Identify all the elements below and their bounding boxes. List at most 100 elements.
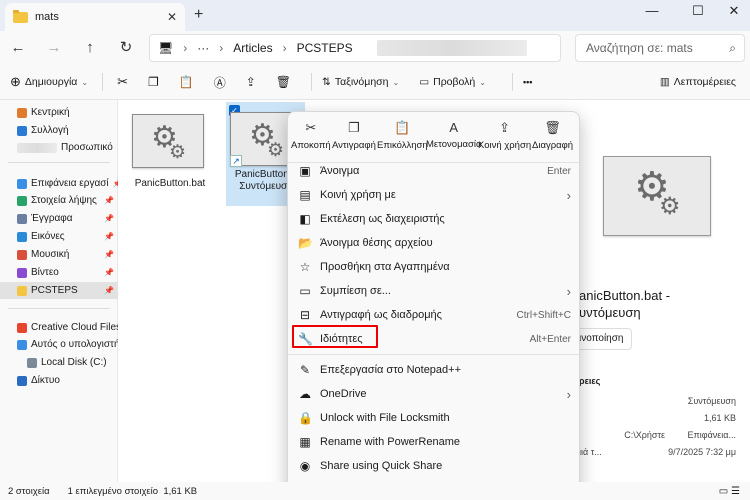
file-item-bat[interactable]: ⚙ ⚙ PanicButton.bat [130,112,220,192]
details-section-title: ρειες [579,376,601,386]
sidebar-item-label: Creative Cloud Files F [31,322,118,333]
sidebar-item-9[interactable]: PCSTEPS 📌 [0,282,118,299]
quick-action-label: Αντιγραφή [332,140,376,151]
menu-item-powerrename[interactable]: ▦ Rename with PowerRename [288,430,579,454]
date-value: 9/7/2025 7:32 μμ [668,447,736,457]
quick-action-label: Αποκοπή [291,140,331,151]
status-bar: 2 στοιχεία 1 επιλεγμένο στοιχείο 1,61 KB… [0,482,750,500]
search-icon: ⌕ [729,40,736,55]
sidebar-item-13[interactable]: Δίκτυο [0,372,118,389]
tab-close-icon[interactable]: ✕ [167,10,177,24]
sidebar-item-0[interactable]: Κεντρική [0,104,118,121]
sort-button[interactable]: ⇅ Ταξινόμηση ⌄ [322,76,399,88]
selection-info: 1 επιλεγμένο στοιχείο 1,61 KB [67,485,198,497]
menu-item-open[interactable]: ▣ Άνοιγμα Enter [288,159,579,183]
network-icon [17,375,27,386]
breadcrumb-pcsteps[interactable]: PCSTEPS [297,41,353,55]
paste-icon: 📋 [394,120,411,135]
copy-path-icon: ⊟ [299,308,311,322]
shortcut-arrow-icon: ↗ [230,155,242,167]
chevron-down-icon: ⌄ [392,77,400,87]
menu-item-onedrive[interactable]: ☁ OneDrive › [288,382,579,406]
breadcrumb-articles[interactable]: Articles [233,41,272,55]
quick-action-label: Κοινή χρήση [478,140,532,151]
back-button[interactable]: ← [7,37,29,59]
new-label: Δημιουργία [24,76,78,88]
rename-icon[interactable]: Ⓐ [214,74,226,91]
share-icon[interactable]: ⇪ [246,75,256,89]
sidebar-item-10[interactable]: Creative Cloud Files F [0,319,118,336]
sidebar-item-2[interactable]: Προσωπικό [0,139,118,156]
menu-item-admin[interactable]: ◧ Εκτέλεση ως διαχειριστής [288,207,579,231]
forward-button[interactable]: → [43,37,65,59]
share-icon: ⇪ [499,120,510,135]
sidebar-item-7[interactable]: Μουσική 📌 [0,246,118,263]
new-tab-button[interactable]: + [194,6,203,24]
minimize-button[interactable]: — [640,3,664,23]
divider [311,73,312,91]
menu-item-copy-path[interactable]: ⊟ Αντιγραφή ως διαδρομής Ctrl+Shift+C [288,303,579,327]
sidebar-item-3[interactable]: Επιφάνεια εργασί 📌 [0,175,118,192]
chevron-right-icon: › [183,41,188,55]
sidebar-item-5[interactable]: Έγγραφα 📌 [0,210,118,227]
delete-icon[interactable]: 🗑 [276,75,291,89]
menu-item-star[interactable]: ☆ Προσθήκη στα Αγαπημένα [288,255,579,279]
close-button[interactable]: ✕ [722,3,746,23]
address-bar[interactable]: 🖥 › ··· › Articles › PCSTEPS [149,34,561,62]
sidebar-item-4[interactable]: Στοιχεία λήψης 📌 [0,192,118,209]
sidebar-item-label: Βίντεο [31,267,59,278]
menu-item-label: Άνοιγμα θέσης αρχείου [320,237,433,249]
sidebar-divider [8,308,110,309]
menu-item-label: Rename with PowerRename [320,436,461,448]
quick-share-icon: ◉ [299,459,311,473]
sidebar-item-8[interactable]: Βίντεο 📌 [0,264,118,281]
share-with-icon: ▤ [299,188,311,202]
tab-mats[interactable]: mats ✕ [5,3,185,31]
sidebar-item-label: Προσωπικό [61,142,113,153]
breadcrumb-more[interactable]: ··· [197,41,209,55]
paste-icon[interactable]: 📋 [179,75,194,89]
menu-item-share-with[interactable]: ▤ Κοινή χρήση με › [288,183,579,207]
up-button[interactable]: ↑ [79,37,101,59]
view-button[interactable]: ▭ Προβολή ⌄ [419,76,486,88]
tab-title: mats [35,11,59,23]
preview-thumbnail: ⚙ ⚙ [603,156,711,236]
folder-icon [17,285,27,296]
new-button[interactable]: ⊕ Δημιουργία ⌄ [10,74,88,90]
details-button[interactable]: ▥ Λεπτομέρειες [660,76,736,88]
refresh-button[interactable]: ↻ [115,37,137,59]
menu-item-quick-share[interactable]: ◉ Share using Quick Share [288,454,579,478]
file-thumbnail: ⚙ ⚙ [132,114,204,168]
quick-action-rename[interactable]: A Μετονομασία [426,120,482,150]
menu-item-folder-open[interactable]: 📂 Άνοιγμα θέσης αρχείου [288,231,579,255]
open-icon: ▣ [299,164,311,178]
sidebar-item-11[interactable]: Αυτός ο υπολογιστή [0,336,118,353]
path-value: C:\Χρήστε Επιφάνεια... [624,430,736,440]
video-icon [17,267,27,278]
chevron-down-icon: ⌄ [479,77,486,87]
quick-action-share[interactable]: ⇪ Κοινή χρήση [478,120,531,151]
quick-action-copy[interactable]: ❐ Αντιγραφή [332,120,376,151]
sidebar-item-label: Δίκτυο [31,375,60,386]
sidebar-item-label: Αυτός ο υπολογιστή [31,339,118,350]
quick-action-cut[interactable]: ✂ Αποκοπή [291,120,331,151]
menu-item-notepadpp[interactable]: ✎ Επεξεργασία στο Notepad++ [288,358,579,382]
cut-icon[interactable]: ✂ [117,74,128,90]
view-toggle-icons[interactable]: ▭ ☰ [719,486,740,497]
more-options-button[interactable]: ••• [523,77,532,87]
quick-action-delete[interactable]: 🗑 Διαγραφή [532,120,573,151]
menu-item-lock[interactable]: 🔒 Unlock with File Locksmith [288,406,579,430]
maximize-button[interactable]: ☐ [686,3,710,23]
sidebar-item-12[interactable]: Local Disk (C:) [0,354,118,371]
menu-item-shortcut: Enter [547,165,571,177]
details-pane: ⚙ ⚙ anicButton.bat - υντόμευση ινοποίηση… [565,100,750,482]
sort-label: Ταξινόμηση [334,76,389,88]
sidebar-item-1[interactable]: Συλλογή [0,122,118,139]
sidebar-item-6[interactable]: Εικόνες 📌 [0,228,118,245]
search-input[interactable]: Αναζήτηση σε: mats ⌕ [575,34,745,62]
quick-action-paste[interactable]: 📋 Επικόλληση [377,120,428,151]
preview-title-line1: anicButton.bat - [579,288,671,303]
menu-item-zip[interactable]: ▭ Συμπίεση σε... › [288,279,579,303]
copy-icon[interactable]: ❐ [148,75,159,89]
context-menu: ✂ Αποκοπή ❐ Αντιγραφή 📋 Επικόλληση A Μετονομασί… [287,111,580,500]
